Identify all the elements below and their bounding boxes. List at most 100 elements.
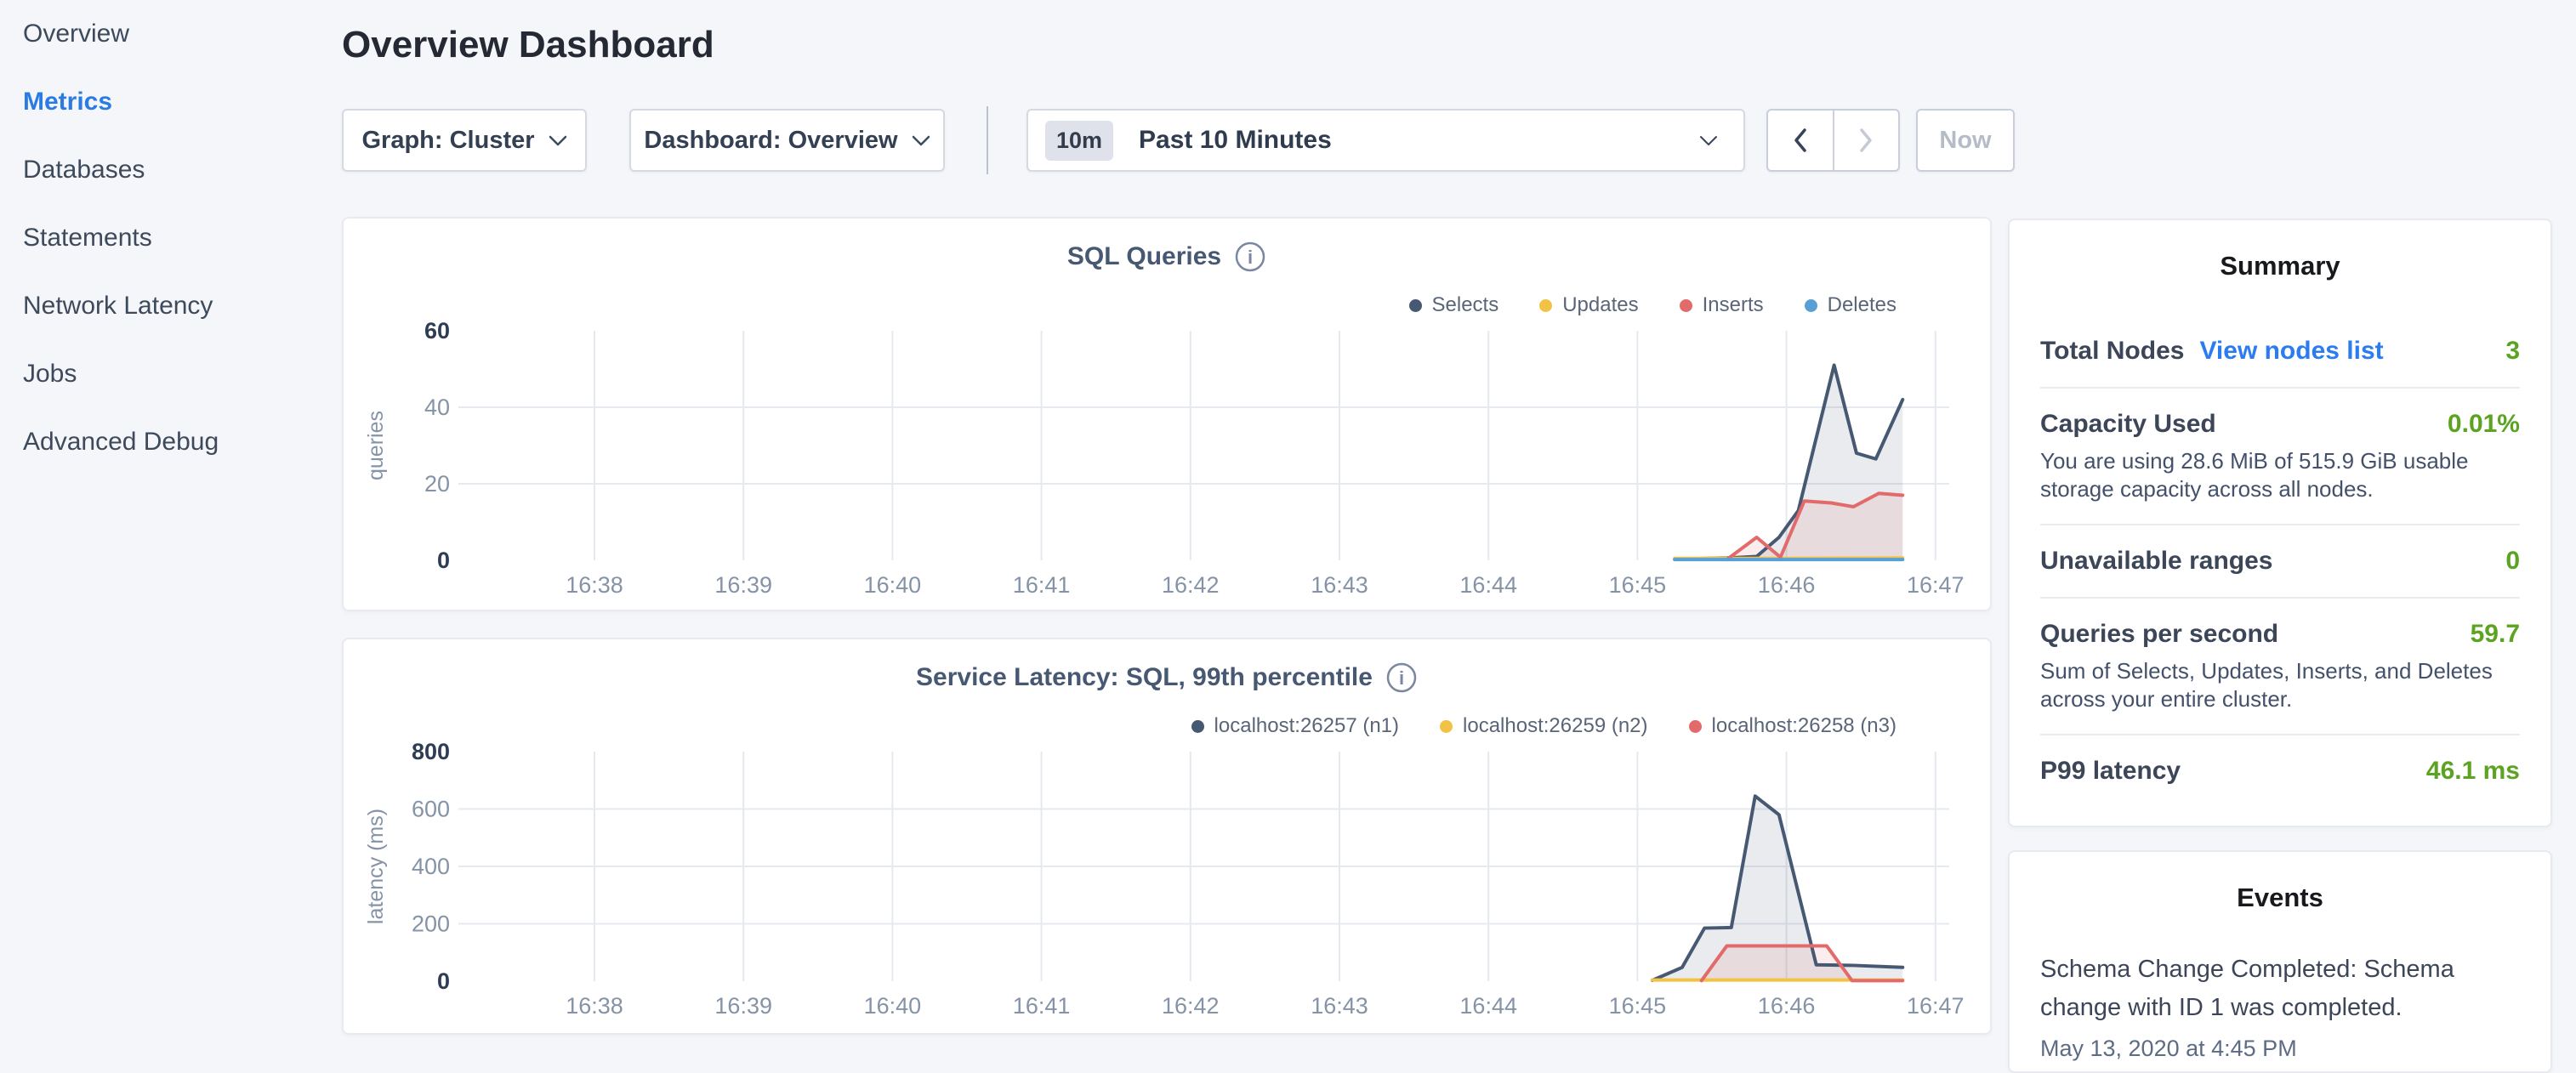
summary-row-value: 59.7	[2471, 620, 2520, 649]
summary-rows: Total Nodes View nodes list 3 Capacity Used…	[2040, 315, 2520, 807]
svg-text:16:42: 16:42	[1162, 572, 1220, 598]
legend-item[interactable]: Deletes	[1805, 293, 1896, 317]
svg-text:0: 0	[437, 968, 450, 994]
legend-item[interactable]: localhost:26257 (n1)	[1191, 714, 1399, 738]
svg-text:16:41: 16:41	[1013, 993, 1071, 1019]
summary-row-p99-latency: P99 latency46.1 ms	[2040, 735, 2520, 807]
svg-text:800: 800	[412, 741, 450, 764]
summary-row-label: Queries per second	[2040, 620, 2278, 649]
legend-dot	[1539, 299, 1552, 312]
time-range-label: Past 10 Minutes	[1139, 126, 1332, 155]
sql-queries-plot[interactable]: 16:3816:3916:4016:4116:4216:4316:4416:45…	[344, 321, 1976, 610]
sidebar: Overview Metrics Databases Statements Ne…	[0, 0, 323, 476]
svg-text:16:44: 16:44	[1459, 993, 1517, 1019]
legend-item[interactable]: Inserts	[1680, 293, 1764, 317]
now-button[interactable]: Now	[1916, 109, 2015, 172]
svg-text:latency (ms): latency (ms)	[364, 809, 388, 924]
legend-label: localhost:26258 (n3)	[1712, 714, 1896, 738]
svg-text:16:43: 16:43	[1311, 572, 1368, 598]
legend-dot	[1191, 720, 1204, 733]
service-latency-chart-card: Service Latency: SQL, 99th percentile i …	[342, 638, 1992, 1035]
chevron-right-icon	[1858, 128, 1874, 153]
event-timestamp: May 13, 2020 at 4:45 PM	[2040, 1036, 2520, 1062]
svg-text:16:38: 16:38	[566, 572, 623, 598]
svg-text:16:47: 16:47	[1907, 993, 1965, 1019]
svg-text:400: 400	[412, 854, 450, 879]
legend-label: Deletes	[1828, 293, 1896, 317]
summary-row-value: 0	[2505, 547, 2520, 576]
chart-title: SQL Queries	[1067, 242, 1221, 271]
summary-row-label: Capacity Used	[2040, 410, 2216, 439]
event-item[interactable]: Schema Change Completed: Schema change w…	[2040, 951, 2520, 1062]
svg-text:16:39: 16:39	[714, 993, 772, 1019]
summary-row-value: 3	[2505, 337, 2520, 366]
svg-text:16:43: 16:43	[1311, 993, 1368, 1019]
legend-label: Inserts	[1703, 293, 1764, 317]
svg-text:16:41: 16:41	[1013, 572, 1071, 598]
info-icon[interactable]: i	[1385, 661, 1418, 694]
event-message: Schema Change Completed: Schema change w…	[2040, 951, 2465, 1027]
summary-row-label: P99 latency	[2040, 757, 2181, 786]
legend-dot	[1689, 720, 1702, 733]
sql-queries-chart-card: SQL Queries i Selects Updates Inserts Delet…	[342, 217, 1992, 611]
chevron-down-icon	[1699, 135, 1718, 146]
svg-text:i: i	[1399, 667, 1404, 689]
legend-label: Selects	[1432, 293, 1499, 317]
chart-title: Service Latency: SQL, 99th percentile	[916, 663, 1373, 692]
sidebar-item-metrics[interactable]: Metrics	[23, 68, 323, 136]
svg-text:i: i	[1248, 247, 1253, 268]
summary-row-total-nodes: Total Nodes View nodes list 3	[2040, 315, 2520, 387]
time-range-badge: 10m	[1045, 121, 1113, 161]
chevron-down-icon	[549, 135, 567, 146]
svg-text:16:45: 16:45	[1609, 993, 1667, 1019]
legend-item[interactable]: localhost:26258 (n3)	[1689, 714, 1896, 738]
sidebar-item-databases[interactable]: Databases	[23, 136, 323, 204]
summary-title: Summary	[2040, 251, 2520, 281]
legend-item[interactable]: Selects	[1409, 293, 1499, 317]
events-panel: Events Schema Change Completed: Schema c…	[2008, 850, 2552, 1073]
service-latency-plot[interactable]: 16:3816:3916:4016:4116:4216:4316:4416:45…	[344, 741, 1976, 1031]
svg-text:16:40: 16:40	[864, 572, 922, 598]
dashboard-dropdown[interactable]: Dashboard: Overview	[629, 109, 945, 172]
legend-item[interactable]: Updates	[1539, 293, 1638, 317]
chevron-left-icon	[1793, 128, 1808, 153]
summary-row-capacity-used: Capacity Used 0.01% You are using 28.6 MiB…	[2040, 389, 2520, 524]
sidebar-item-jobs[interactable]: Jobs	[23, 340, 323, 408]
graph-dropdown[interactable]: Graph: Cluster	[342, 109, 587, 172]
legend-item[interactable]: localhost:26259 (n2)	[1440, 714, 1647, 738]
legend-label: Updates	[1562, 293, 1638, 317]
sidebar-item-network-latency[interactable]: Network Latency	[23, 272, 323, 340]
time-range-picker[interactable]: 10m Past 10 Minutes	[1026, 109, 1745, 172]
info-icon[interactable]: i	[1234, 241, 1266, 273]
svg-text:600: 600	[412, 797, 450, 822]
svg-text:200: 200	[412, 911, 450, 937]
svg-text:0: 0	[437, 548, 450, 573]
dashboard-dropdown-label: Dashboard: Overview	[644, 127, 897, 155]
svg-text:queries: queries	[364, 411, 388, 480]
summary-row-description: You are using 28.6 MiB of 515.9 GiB usab…	[2040, 447, 2520, 502]
time-step-buttons	[1766, 109, 1900, 172]
svg-text:60: 60	[424, 321, 450, 343]
svg-text:20: 20	[424, 471, 450, 497]
sidebar-item-overview[interactable]: Overview	[23, 0, 323, 68]
sidebar-item-statements[interactable]: Statements	[23, 204, 323, 272]
svg-text:16:45: 16:45	[1609, 572, 1667, 598]
next-time-button[interactable]	[1833, 111, 1899, 170]
summary-row-description: Sum of Selects, Updates, Inserts, and De…	[2040, 657, 2520, 712]
summary-row-unavailable-ranges: Unavailable ranges0	[2040, 525, 2520, 597]
overview-dashboard-page: { "app": { "page_bg": "#f4f6f9", "accent…	[0, 0, 2576, 1051]
chart-legend: localhost:26257 (n1) localhost:26259 (n2)…	[1191, 714, 1896, 738]
legend-label: localhost:26257 (n1)	[1214, 714, 1399, 738]
page-title: Overview Dashboard	[342, 24, 714, 66]
graph-dropdown-label: Graph: Cluster	[361, 127, 534, 155]
previous-time-button[interactable]	[1768, 111, 1833, 170]
svg-text:16:40: 16:40	[864, 993, 922, 1019]
chart-legend: Selects Updates Inserts Deletes	[1409, 293, 1897, 317]
sidebar-item-advanced-debug[interactable]: Advanced Debug	[23, 408, 323, 476]
legend-label: localhost:26259 (n2)	[1463, 714, 1647, 738]
legend-dot	[1440, 720, 1453, 733]
summary-row-value: 0.01%	[2448, 410, 2520, 439]
svg-text:16:38: 16:38	[566, 993, 623, 1019]
view-nodes-list-link[interactable]: View nodes list	[2199, 337, 2383, 366]
summary-row-label: Total Nodes	[2040, 337, 2184, 366]
